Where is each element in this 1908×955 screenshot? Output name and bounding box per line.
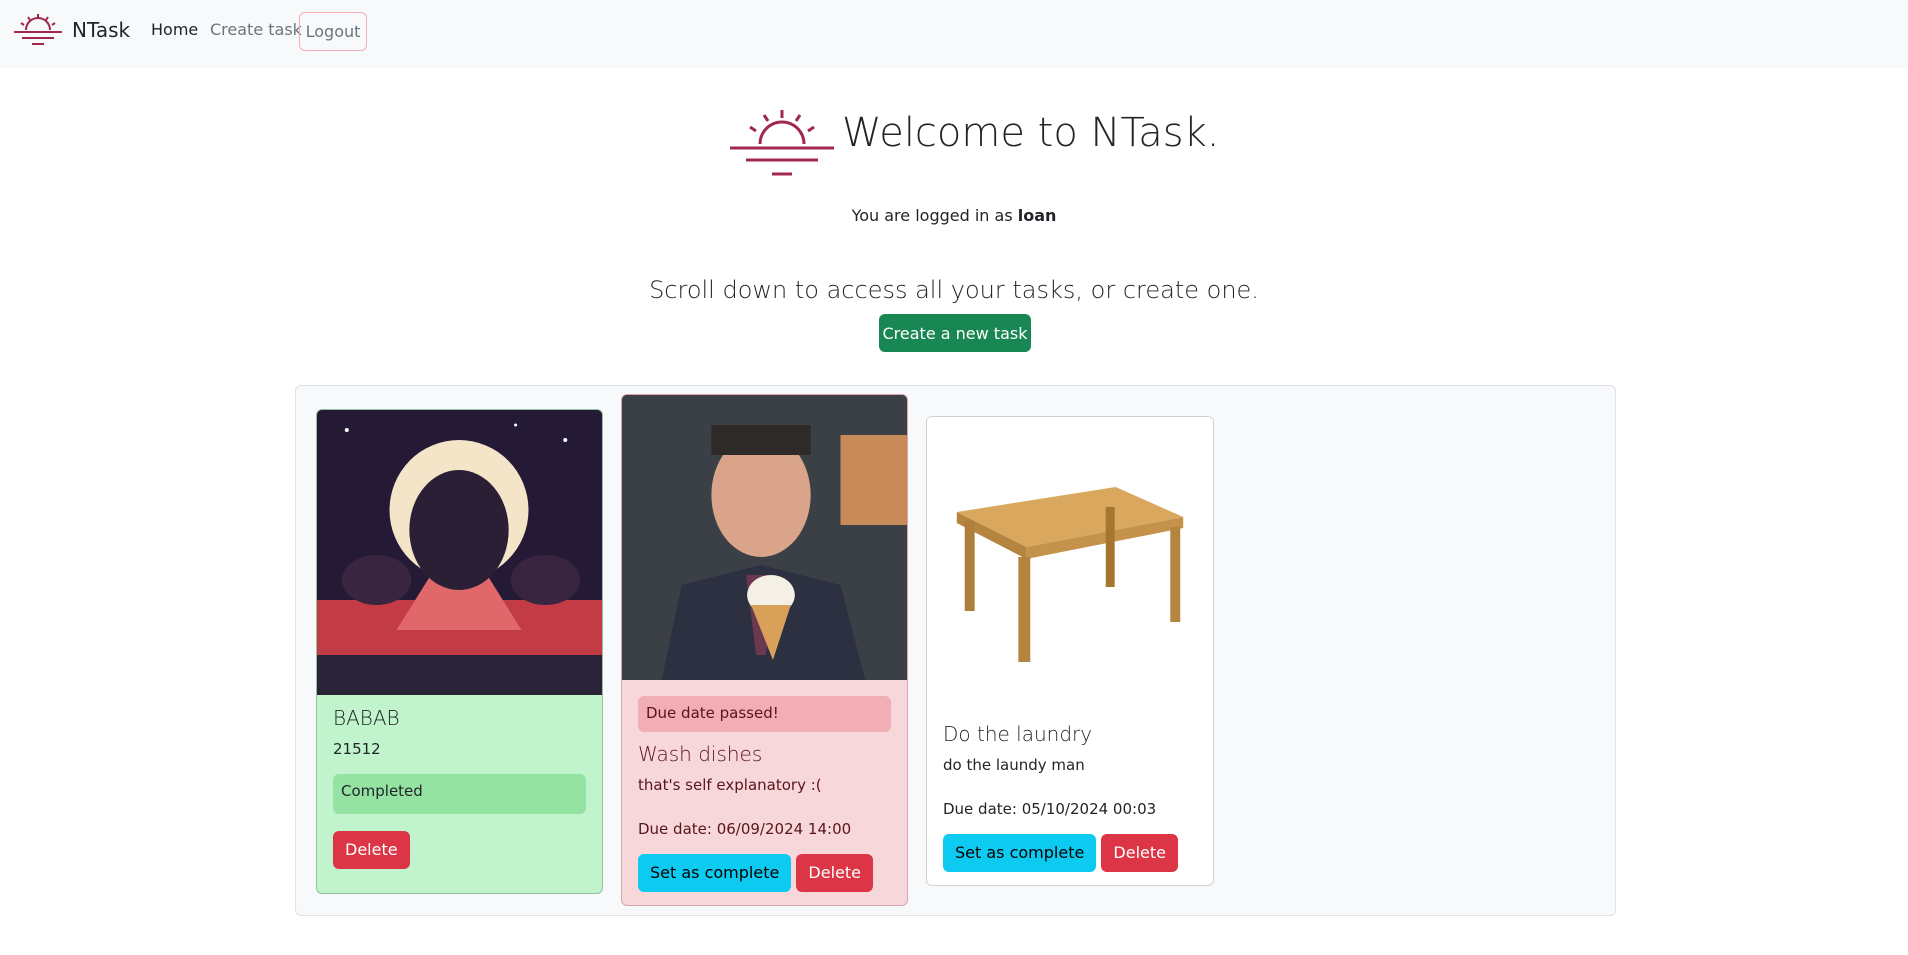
overdue-alert: Due date passed! — [638, 696, 891, 732]
task-card: Due date passed! Wash dishes that's self… — [621, 394, 908, 906]
scroll-hint: Scroll down to access all your tasks, or… — [649, 276, 1259, 304]
username: loan — [1017, 206, 1057, 225]
logout-button[interactable]: Logout — [299, 12, 367, 51]
task-card-body: Do the laundry do the laundy man Due dat… — [943, 722, 1197, 872]
page-title: Welcome to NTask. — [842, 110, 1220, 156]
pixel-art-monster-image — [317, 410, 602, 695]
task-title: BABAB — [333, 706, 400, 730]
nav-create-task[interactable]: Create task — [210, 20, 302, 39]
task-list: BABAB 21512 Completed Delete Due date pa… — [295, 385, 1616, 916]
set-complete-button[interactable]: Set as complete — [638, 854, 792, 892]
task-title: Do the laundry — [943, 722, 1093, 746]
sunset-logo-icon — [730, 110, 834, 176]
task-due-date: Due date: 05/10/2024 00:03 — [943, 800, 1157, 818]
brand-name: NTask — [72, 18, 131, 42]
task-description: 21512 — [333, 740, 381, 758]
brand-link[interactable]: NTask — [12, 12, 130, 48]
task-title: Wash dishes — [638, 742, 763, 766]
task-card-body: Due date passed! Wash dishes that's self… — [638, 696, 891, 892]
delete-button[interactable]: Delete — [333, 831, 410, 869]
delete-button[interactable]: Delete — [1101, 834, 1178, 872]
task-description: do the laundy man — [943, 756, 1085, 774]
create-task-button[interactable]: Create a new task — [879, 314, 1031, 352]
navbar: NTask Home Create task Logout — [0, 0, 1908, 68]
nav-home[interactable]: Home — [151, 20, 198, 39]
task-description: that's self explanatory :( — [638, 776, 822, 794]
task-card: BABAB 21512 Completed Delete — [316, 409, 603, 894]
task-card: Do the laundry do the laundy man Due dat… — [926, 416, 1214, 886]
set-complete-button[interactable]: Set as complete — [943, 834, 1097, 872]
wooden-table-image — [927, 417, 1213, 702]
status-badge: Completed — [333, 774, 586, 814]
task-due-date: Due date: 06/09/2024 14:00 — [638, 820, 852, 838]
sunset-logo-icon — [14, 14, 62, 45]
logged-in-text: You are logged in as loan — [0, 206, 1908, 225]
man-with-ice-cream-image — [622, 395, 907, 680]
task-card-body: BABAB 21512 Completed Delete — [333, 706, 586, 869]
logged-in-prefix: You are logged in as — [851, 206, 1013, 225]
delete-button[interactable]: Delete — [796, 854, 873, 892]
